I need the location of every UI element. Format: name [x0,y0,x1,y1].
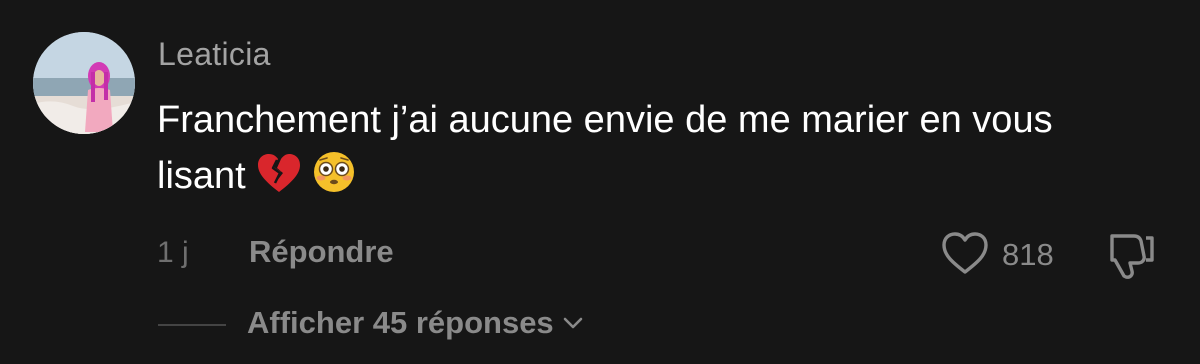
heart-icon[interactable] [940,230,990,281]
avatar[interactable] [33,32,135,134]
avatar-image [33,32,135,134]
username[interactable]: Leaticia [158,36,271,73]
thumbs-down-icon[interactable] [1104,230,1158,282]
dislike-button[interactable] [1104,230,1158,287]
timestamp: 1 j [157,236,189,269]
flushed-face-icon [312,150,356,210]
view-replies-label: Afficher 45 réponses [247,305,554,340]
like-count: 818 [1002,237,1054,272]
replies-divider [158,324,226,326]
like-button[interactable]: 818 [940,230,1054,280]
chevron-down-icon [563,317,582,329]
comment-text: Franchement j’ai aucune envie de me mari… [157,92,1137,210]
comment-item: Leaticia Franchement j’ai aucune envie d… [0,0,1200,364]
view-replies-button[interactable]: Afficher 45 réponses [247,305,584,341]
reply-button[interactable]: Répondre [249,234,394,270]
broken-heart-icon [256,152,302,210]
